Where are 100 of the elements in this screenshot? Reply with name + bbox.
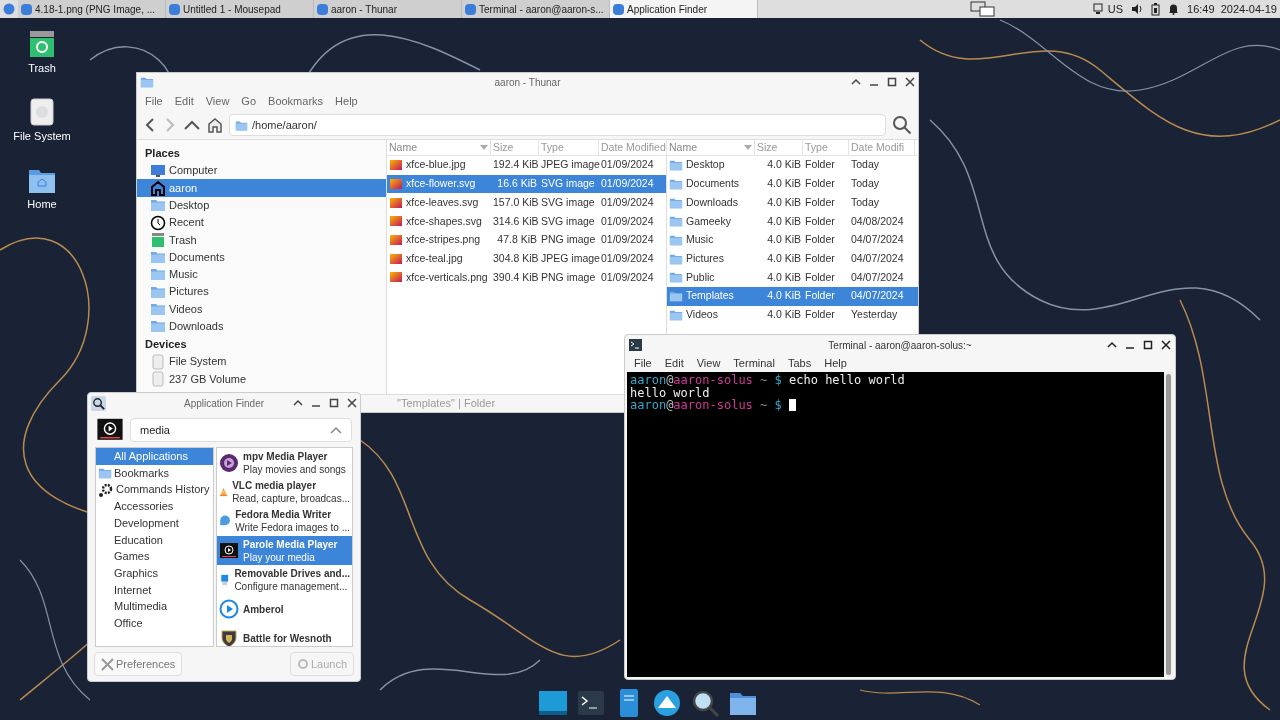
- menu-item[interactable]: File: [634, 355, 652, 372]
- category-item[interactable]: Commands History: [96, 481, 213, 499]
- category-item[interactable]: Graphics: [96, 564, 213, 582]
- menu-item[interactable]: File: [145, 92, 163, 110]
- sidebar-item[interactable]: Videos: [137, 300, 386, 318]
- taskbar-button[interactable]: Untitled 1 - Mousepad: [166, 0, 314, 18]
- file-type: SVG image: [540, 213, 596, 229]
- app-item[interactable]: Fedora Media Writer Write Fedora images to ...: [217, 506, 352, 536]
- sidebar-item[interactable]: Computer: [137, 162, 386, 180]
- menu-item[interactable]: Go: [241, 92, 257, 110]
- file-row[interactable]: Downloads 4.0 KiB Folder Today: [667, 193, 918, 213]
- file-name: Videos: [686, 306, 718, 322]
- sidebar-item[interactable]: Pictures: [137, 283, 386, 301]
- category-item[interactable]: Office: [96, 614, 213, 632]
- app-item[interactable]: mpv Media Player Play movies and songs: [217, 448, 352, 478]
- file-row[interactable]: Gameeky 4.0 KiB Folder 04/08/2024: [667, 212, 918, 231]
- menu-icon[interactable]: [3, 3, 15, 15]
- maximize-icon[interactable]: [1143, 340, 1153, 350]
- desktop-icon-label[interactable]: File System: [13, 128, 71, 145]
- preferences-button[interactable]: Preferences: [94, 652, 183, 676]
- file-row[interactable]: xfce-stripes.png 47.8 KiB PNG image 01/09/2024: [387, 230, 666, 250]
- sidebar-item[interactable]: Downloads: [137, 317, 386, 335]
- terminal-icon[interactable]: [576, 688, 606, 718]
- file-type: Folder: [804, 232, 836, 248]
- taskbar-button[interactable]: Application Finder: [610, 0, 758, 18]
- app-item[interactable]: VLC media player Read, capture, broadcas...: [217, 477, 352, 507]
- shade-icon[interactable]: [1107, 340, 1117, 350]
- file-size: 192.4 KiB: [492, 157, 539, 173]
- file-row[interactable]: xfce-leaves.svg 157.0 KiB SVG image 01/09/2024: [387, 193, 666, 213]
- file-row[interactable]: Public 4.0 KiB Folder 04/07/2024: [667, 268, 918, 287]
- taskbar-button[interactable]: Terminal - aaron@aaron-s...: [462, 0, 610, 18]
- location-field[interactable]: /home/aaron/: [229, 114, 886, 136]
- menu-item[interactable]: Edit: [664, 355, 684, 372]
- menu-item[interactable]: Bookmarks: [268, 92, 324, 110]
- file-row[interactable]: Templates 4.0 KiB Folder 04/07/2024: [667, 286, 918, 306]
- category-item[interactable]: Internet: [96, 581, 213, 599]
- drive-icon[interactable]: [30, 98, 54, 126]
- close-icon[interactable]: [1161, 340, 1171, 350]
- sidebar-item[interactable]: Documents: [137, 248, 386, 266]
- sidebar-item[interactable]: 237 GB Volume: [137, 370, 386, 388]
- sidebar-item[interactable]: File System: [137, 352, 386, 371]
- close-icon[interactable]: [905, 77, 915, 87]
- file-row[interactable]: Videos 4.0 KiB Folder Yesterday: [667, 305, 918, 325]
- category-item[interactable]: Education: [96, 531, 213, 549]
- category-item[interactable]: All Applications: [96, 448, 213, 465]
- menu-item[interactable]: Help: [335, 92, 358, 110]
- maximize-icon[interactable]: [329, 398, 339, 408]
- trash-icon[interactable]: [29, 30, 55, 58]
- sidebar-item[interactable]: aaron: [137, 179, 386, 197]
- shade-icon[interactable]: [293, 398, 303, 408]
- menu-item[interactable]: Terminal: [733, 355, 775, 372]
- home-icon[interactable]: [207, 117, 223, 133]
- taskbar-button[interactable]: 4.18-1.png (PNG Image, ...: [18, 0, 166, 18]
- category-item[interactable]: Accessories: [96, 498, 213, 515]
- battery-icon[interactable]: [1151, 2, 1161, 16]
- category-item[interactable]: Games: [96, 548, 213, 565]
- file-row[interactable]: xfce-blue.jpg 192.4 KiB JPEG image01/09/2024: [387, 156, 666, 175]
- sidebar-item[interactable]: Music: [137, 265, 386, 284]
- column-header[interactable]: Name: [387, 140, 491, 155]
- back-icon[interactable]: [143, 117, 157, 133]
- search-icon[interactable]: [892, 115, 912, 135]
- app-item[interactable]: Removable Drives and... Configure management...: [217, 565, 352, 595]
- app-item[interactable]: Battle for Wesnoth: [217, 623, 352, 646]
- maximize-icon[interactable]: [887, 77, 897, 87]
- app-item[interactable]: Parole Media Player Play your media: [217, 535, 352, 566]
- menu-item[interactable]: View: [205, 92, 230, 110]
- display-icon[interactable]: [538, 688, 568, 718]
- keyboard-layout[interactable]: US: [1107, 0, 1124, 18]
- file-type: Folder: [804, 288, 836, 304]
- volume-icon[interactable]: [1131, 3, 1144, 15]
- sidebar-item[interactable]: Trash: [137, 231, 386, 249]
- file-row[interactable]: xfce-shapes.svg 314.6 KiB SVG image 01/09/2024: [387, 212, 666, 231]
- clock[interactable]: 16:49 2024-04-19: [1187, 0, 1277, 18]
- search-field[interactable]: media: [130, 418, 352, 442]
- file-row[interactable]: Pictures 4.0 KiB Folder 04/07/2024: [667, 249, 918, 269]
- bell-icon[interactable]: [1168, 3, 1180, 15]
- menu-item[interactable]: Help: [824, 355, 847, 372]
- menu-item[interactable]: Tabs: [787, 355, 812, 372]
- category-item[interactable]: Multimedia: [96, 598, 213, 615]
- magnifier-icon[interactable]: [690, 688, 720, 718]
- desktop-icon-label[interactable]: Home: [27, 196, 57, 213]
- file-row[interactable]: Documents 4.0 KiB Folder Today: [667, 174, 918, 194]
- category-item[interactable]: Bookmarks: [96, 464, 213, 482]
- file-row[interactable]: Music 4.0 KiB Folder 04/07/2024: [667, 230, 918, 250]
- file-row[interactable]: xfce-verticals.png 390.4 KiB PNG image 01/09/2024: [387, 268, 666, 287]
- category-item[interactable]: Development: [96, 514, 213, 532]
- file-row[interactable]: Desktop 4.0 KiB Folder Today: [667, 156, 918, 175]
- file-row[interactable]: xfce-flower.svg 16.6 KiB SVG image 01/09/2024: [387, 174, 666, 194]
- menu-item[interactable]: View: [696, 355, 721, 372]
- app-item[interactable]: Amberol: [217, 594, 352, 624]
- workspace-icon[interactable]: [969, 1, 996, 17]
- close-icon[interactable]: [347, 398, 357, 408]
- desktop-icon-label[interactable]: Trash: [28, 60, 56, 77]
- sidebar-item[interactable]: Recent: [137, 213, 386, 232]
- column-header[interactable]: Name: [667, 140, 755, 155]
- file-row[interactable]: xfce-teal.jpg 304.8 KiB JPEG image01/09/2024: [387, 249, 666, 269]
- shade-icon[interactable]: [851, 77, 861, 87]
- sidebar-item[interactable]: Desktop: [137, 196, 386, 214]
- taskbar-button[interactable]: aaron - Thunar: [314, 0, 462, 18]
- menu-item[interactable]: Edit: [174, 92, 194, 110]
